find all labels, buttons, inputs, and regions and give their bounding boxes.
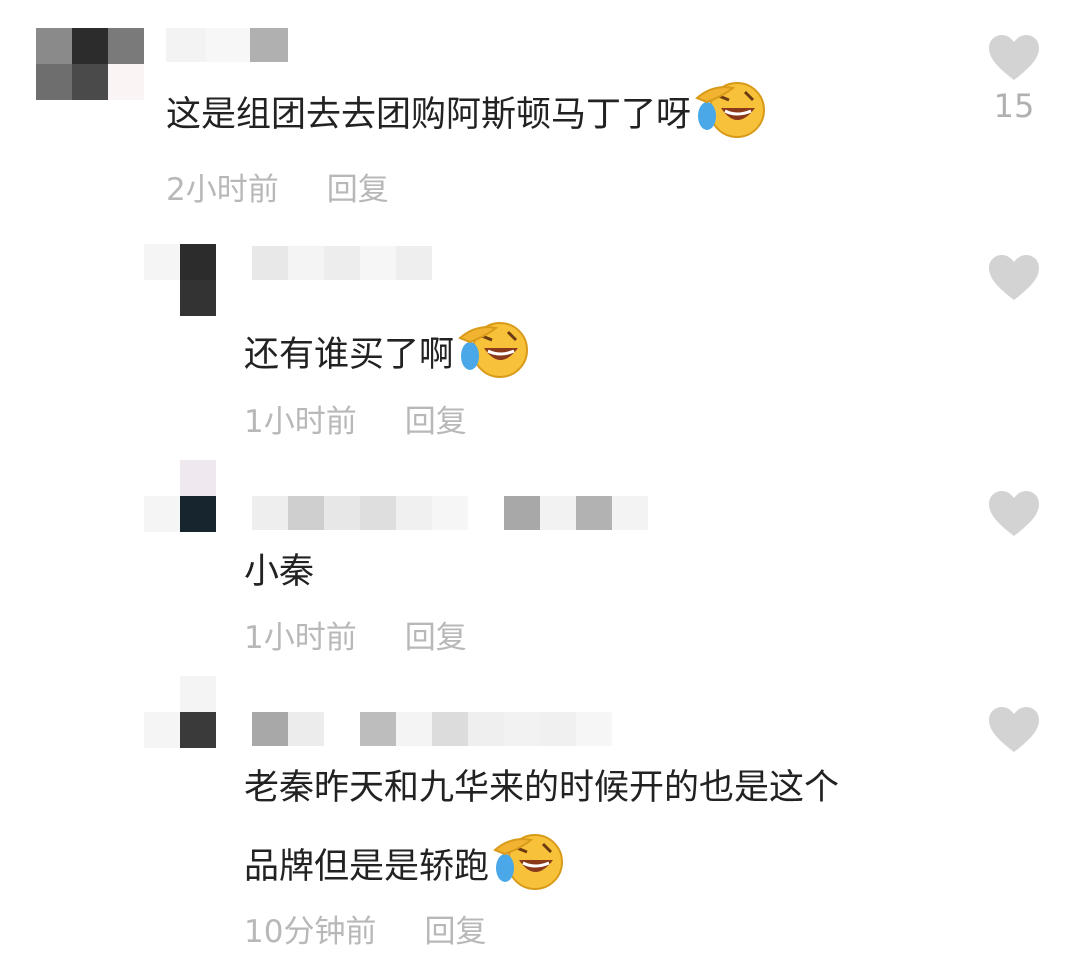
username[interactable] <box>252 712 612 746</box>
rofl-emoji-icon <box>456 318 532 391</box>
reply-text: 老秦昨天和九华来的时候开的也是这个 品牌但是是轿跑 <box>244 764 839 903</box>
rofl-emoji-icon <box>491 830 567 903</box>
like-button[interactable]: 15 <box>984 34 1044 124</box>
heart-like-icon <box>989 491 1039 536</box>
reply-text: 小秦 <box>244 552 315 592</box>
reply-text-line: 品牌但是是轿跑 <box>244 830 839 903</box>
like-button[interactable] <box>984 490 1044 538</box>
timestamp: 1小时前 <box>244 620 357 656</box>
comment-meta: 10分钟前 回复 <box>244 912 486 952</box>
reply-button[interactable]: 回复 <box>424 914 486 950</box>
timestamp: 1小时前 <box>244 404 357 440</box>
username[interactable] <box>252 496 648 530</box>
comment-meta: 1小时前 回复 <box>244 402 467 442</box>
like-button[interactable] <box>984 254 1044 302</box>
reply-button[interactable]: 回复 <box>405 404 467 440</box>
like-button[interactable] <box>984 706 1044 754</box>
timestamp: 2小时前 <box>166 172 279 208</box>
timestamp: 10分钟前 <box>244 914 377 950</box>
heart-like-icon <box>989 255 1039 300</box>
rofl-emoji-icon <box>693 78 769 151</box>
comment-meta: 2小时前 回复 <box>166 170 389 210</box>
comment-text: 这是组团去去团购阿斯顿马丁了呀 <box>166 78 769 151</box>
reply-text: 还有谁买了啊 <box>244 318 532 391</box>
reply-text-line: 老秦昨天和九华来的时候开的也是这个 <box>244 768 840 808</box>
avatar[interactable] <box>144 460 216 532</box>
heart-like-icon <box>989 707 1039 752</box>
heart-like-icon <box>989 35 1039 80</box>
comment-meta: 1小时前 回复 <box>244 618 467 658</box>
like-count: 15 <box>993 87 1035 125</box>
avatar[interactable] <box>36 28 144 100</box>
reply-button[interactable]: 回复 <box>405 620 467 656</box>
username[interactable] <box>166 28 290 62</box>
avatar[interactable] <box>144 244 216 316</box>
avatar[interactable] <box>144 676 216 748</box>
username[interactable] <box>252 246 432 280</box>
reply-button[interactable]: 回复 <box>327 172 389 208</box>
